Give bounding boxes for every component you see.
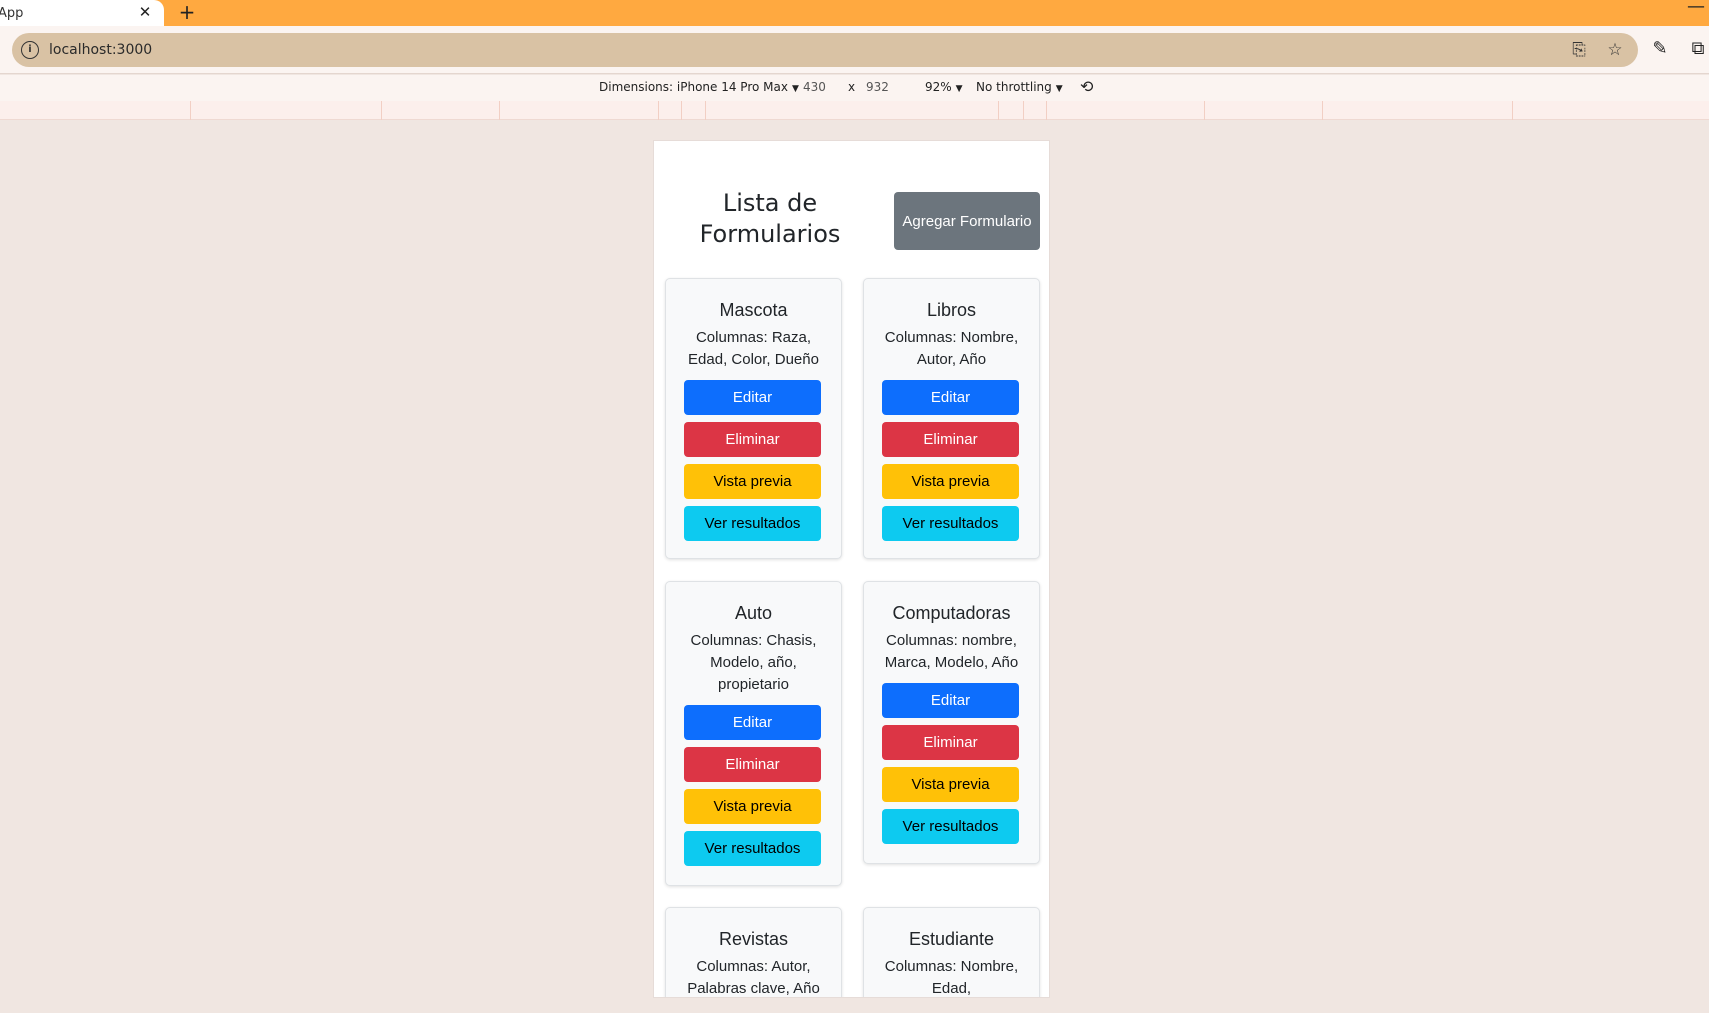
ruler-mark xyxy=(1046,101,1047,120)
delete-button[interactable]: Eliminar xyxy=(684,747,821,782)
device-label: Dimensions: iPhone 14 Pro Max xyxy=(599,80,788,94)
form-card: Mascota Columnas: Raza, Edad, Color, Due… xyxy=(665,278,842,559)
install-app-icon[interactable]: ⎘ xyxy=(1568,39,1590,61)
form-card-columns: Columnas: Nombre, Edad, Representante, xyxy=(884,958,1019,997)
form-card-columns: Columnas: nombre, Marca, Modelo, Año xyxy=(884,632,1019,671)
view-results-button[interactable]: Ver resultados xyxy=(684,506,821,541)
edit-button[interactable]: Editar xyxy=(684,705,821,740)
delete-button[interactable]: Eliminar xyxy=(882,422,1019,457)
ruler-mark xyxy=(681,101,682,120)
throttling-label: No throttling xyxy=(976,80,1052,94)
caret-down-icon: ▼ xyxy=(791,84,799,94)
ruler-mark xyxy=(499,101,500,120)
form-card-columns: Columnas: Chasis, Modelo, año, propietar… xyxy=(690,632,817,693)
zoom-label: 92% xyxy=(925,80,952,94)
edit-button[interactable]: Editar xyxy=(882,380,1019,415)
page-title: Lista de Formularios xyxy=(699,189,841,248)
tab-title: App xyxy=(0,5,24,21)
view-results-button[interactable]: Ver resultados xyxy=(684,831,821,866)
edit-button[interactable]: Editar xyxy=(882,683,1019,718)
delete-button[interactable]: Eliminar xyxy=(684,422,821,457)
close-tab-icon[interactable]: ✕ xyxy=(136,3,154,21)
zoom-select[interactable]: 92% ▼ xyxy=(925,80,963,94)
form-card: Estudiante Columnas: Nombre, Edad, Repre… xyxy=(863,907,1040,997)
rotate-device-icon[interactable]: ⟲ xyxy=(1080,77,1093,96)
minimize-window-icon[interactable]: — xyxy=(1687,0,1705,17)
browser-toolbar: i localhost:3000 ⎘ ☆ ✎ ⧉ xyxy=(0,26,1709,74)
media-query-ruler[interactable] xyxy=(0,101,1709,120)
form-card: Revistas Columnas: Autor, Palabras clave… xyxy=(665,907,842,997)
view-results-button[interactable]: Ver resultados xyxy=(882,809,1019,844)
form-card-title: Revistas xyxy=(718,929,789,949)
add-form-button[interactable]: Agregar Formulario xyxy=(894,192,1040,250)
browser-tabstrip: App ✕ + — xyxy=(0,0,1709,26)
form-card-title: Estudiante xyxy=(908,929,995,949)
form-card-title: Computadoras xyxy=(892,603,1011,623)
preview-button[interactable]: Vista previa xyxy=(882,464,1019,499)
device-width-input[interactable]: 430 xyxy=(803,80,826,94)
new-tab-icon[interactable]: + xyxy=(176,1,198,23)
site-info-icon[interactable]: i xyxy=(21,41,39,59)
ruler-mark xyxy=(658,101,659,120)
extensions-icon[interactable]: ⧉ xyxy=(1687,38,1709,60)
caret-down-icon: ▼ xyxy=(955,84,963,94)
form-card-columns: Columnas: Autor, Palabras clave, Año xyxy=(687,958,820,997)
view-results-button[interactable]: Ver resultados xyxy=(882,506,1019,541)
delete-button[interactable]: Eliminar xyxy=(882,725,1019,760)
page-header: Lista de Formularios Agregar Formulario xyxy=(654,141,1049,261)
form-card-title: Libros xyxy=(926,300,977,320)
form-card: Auto Columnas: Chasis, Modelo, año, prop… xyxy=(665,581,842,886)
preview-button[interactable]: Vista previa xyxy=(684,789,821,824)
form-card: Computadoras Columnas: nombre, Marca, Mo… xyxy=(863,581,1040,864)
bookmark-star-icon[interactable]: ☆ xyxy=(1604,39,1626,61)
ruler-mark xyxy=(1023,101,1024,120)
edit-button[interactable]: Editar xyxy=(684,380,821,415)
address-url[interactable]: localhost:3000 xyxy=(49,42,152,58)
dimension-separator: x xyxy=(848,80,856,94)
address-bar[interactable]: i localhost:3000 ⎘ ☆ xyxy=(12,33,1638,67)
ruler-mark xyxy=(190,101,191,120)
device-viewport: Lista de Formularios Agregar Formulario … xyxy=(653,140,1050,998)
ruler-mark xyxy=(381,101,382,120)
preview-button[interactable]: Vista previa xyxy=(684,464,821,499)
ruler-mark xyxy=(998,101,999,120)
device-height-input[interactable]: 932 xyxy=(866,80,889,94)
device-select[interactable]: Dimensions: iPhone 14 Pro Max ▼ xyxy=(599,80,799,94)
preview-button[interactable]: Vista previa xyxy=(882,767,1019,802)
form-card: Libros Columnas: Nombre, Autor, Año Edit… xyxy=(863,278,1040,559)
form-card-columns: Columnas: Nombre, Autor, Año xyxy=(884,329,1019,368)
browser-tab[interactable]: App ✕ xyxy=(0,0,164,26)
device-toolbar: Dimensions: iPhone 14 Pro Max ▼ 430 x 932… xyxy=(0,75,1709,101)
throttling-select[interactable]: No throttling ▼ xyxy=(976,80,1063,94)
eyedropper-icon[interactable]: ✎ xyxy=(1649,38,1671,60)
ruler-mark xyxy=(1322,101,1323,120)
ruler-mark xyxy=(705,101,706,120)
caret-down-icon: ▼ xyxy=(1055,84,1063,94)
ruler-mark xyxy=(1204,101,1205,120)
form-card-title: Mascota xyxy=(719,300,788,320)
form-card-columns: Columnas: Raza, Edad, Color, Dueño xyxy=(688,329,819,368)
ruler-mark xyxy=(1512,101,1513,120)
form-card-title: Auto xyxy=(734,603,773,623)
